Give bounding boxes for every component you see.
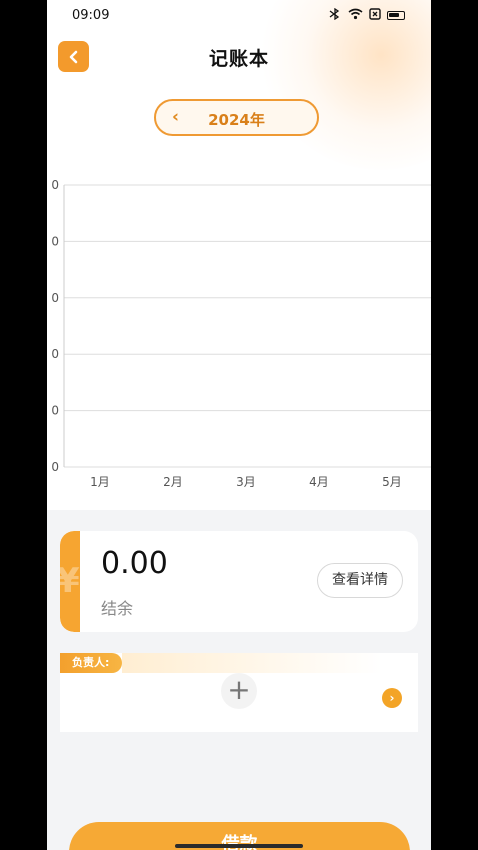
y-tick-label: 0 xyxy=(51,460,59,474)
next-arrow-button[interactable]: › xyxy=(382,688,402,708)
home-indicator xyxy=(175,844,303,848)
balance-card: ¥ 0.00 结余 查看详情 xyxy=(60,531,418,632)
y-tick-label: 0 xyxy=(51,347,59,361)
page-title: 记账本 xyxy=(208,48,269,70)
y-tick-label: 0 xyxy=(51,234,59,248)
responsible-person-card: 负责人: + › xyxy=(60,653,418,732)
wifi-icon xyxy=(348,8,363,23)
y-tick-label: 0 xyxy=(51,291,59,305)
bluetooth-icon xyxy=(328,7,342,23)
status-time: 09:09 xyxy=(72,8,110,23)
y-tick-label: 0 xyxy=(51,178,59,192)
card-accent-stripe: ¥ xyxy=(60,531,80,632)
monthly-chart: 0 0 0 0 0 0 1月 2月 3月 4月 5月 xyxy=(51,178,431,489)
view-details-button[interactable]: 查看详情 xyxy=(317,563,403,598)
battery-icon xyxy=(387,11,405,20)
status-icons xyxy=(328,7,405,23)
responsible-tag: 负责人: xyxy=(60,653,122,673)
sim-icon xyxy=(369,8,381,23)
x-tick-label: 2月 xyxy=(163,475,183,489)
year-selector[interactable]: ‹ 2024年 xyxy=(154,99,319,136)
yuan-icon: ¥ xyxy=(60,561,80,601)
y-tick-label: 0 xyxy=(51,404,59,418)
balance-amount: 0.00 xyxy=(101,546,168,581)
x-tick-label: 3月 xyxy=(236,475,256,489)
status-bar: 09:09 xyxy=(47,0,431,34)
x-tick-label: 4月 xyxy=(309,475,329,489)
x-tick-label: 1月 xyxy=(90,475,110,489)
year-label: 2024年 xyxy=(208,111,265,129)
balance-label: 结余 xyxy=(101,599,134,618)
x-tick-label: 5月 xyxy=(382,475,402,489)
phone-screen: 09:09 记账本 ‹ 2024年 0 0 0 0 0 0 1月 2月 3月 4月 5月 ¥ 0.0… xyxy=(47,0,431,850)
tag-fade xyxy=(122,653,382,673)
add-person-button[interactable]: + xyxy=(221,673,257,709)
